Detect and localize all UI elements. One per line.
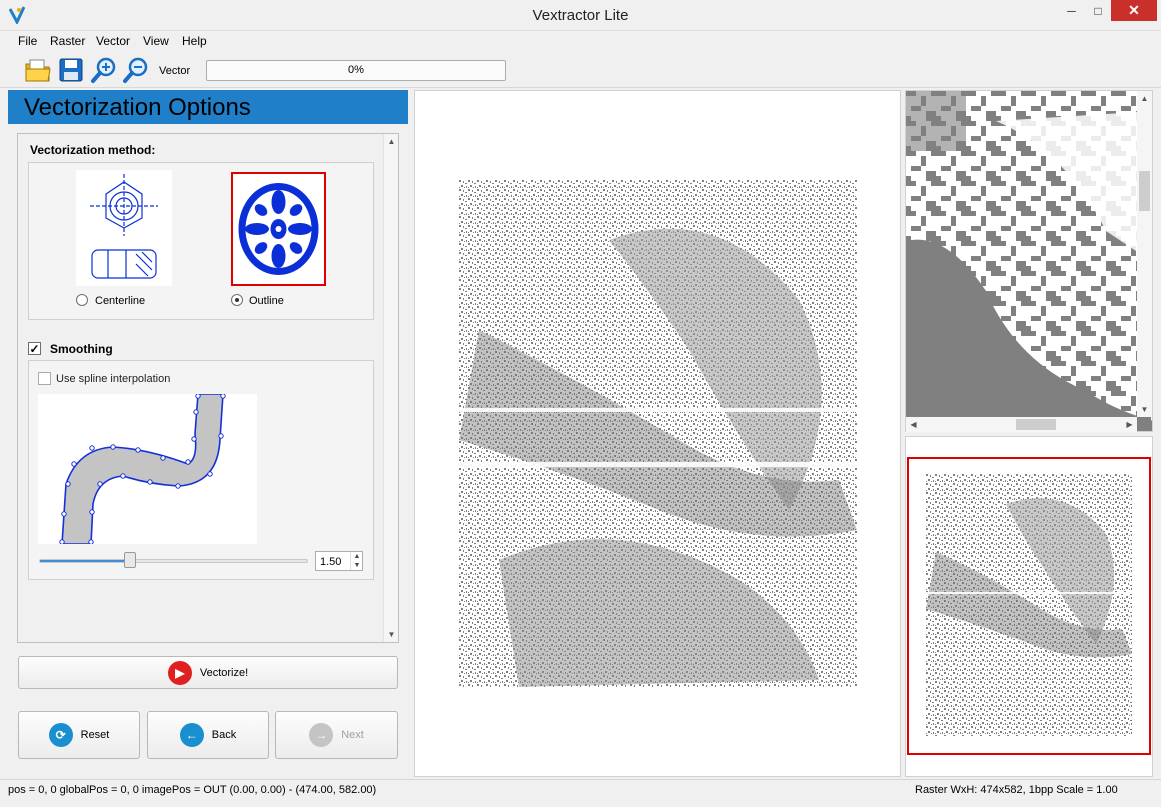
- next-label: Next: [341, 729, 364, 741]
- slider-thumb[interactable]: [124, 552, 137, 568]
- menu-vector[interactable]: Vector: [96, 34, 130, 48]
- next-button[interactable]: → Next: [275, 711, 398, 759]
- slider-fill: [40, 560, 131, 562]
- toolbar: Vector 0%: [0, 52, 1161, 88]
- reset-label: Reset: [80, 729, 110, 741]
- options-scrollbar[interactable]: ▲ ▼: [383, 134, 398, 642]
- outline-preview-frame[interactable]: [231, 172, 326, 286]
- arrow-right-icon: →: [309, 723, 334, 747]
- zoom-hscroll-thumb[interactable]: [1016, 419, 1056, 430]
- radio-selected-dot: [235, 298, 239, 302]
- smoothing-label[interactable]: Smoothing: [50, 342, 113, 356]
- smoothing-checkbox[interactable]: ✓: [28, 342, 41, 355]
- play-icon: ▶: [167, 660, 192, 685]
- method-title: Vectorization method:: [30, 143, 156, 157]
- outline-label[interactable]: Outline: [249, 295, 284, 307]
- centerline-radio[interactable]: [76, 294, 88, 306]
- mode-label: Vector: [159, 65, 191, 77]
- menu-raster[interactable]: Raster: [50, 34, 85, 48]
- menu-bar: File Raster Vector View Help: [0, 31, 1161, 51]
- minimize-button[interactable]: ─: [1058, 0, 1085, 21]
- smoothing-slider[interactable]: [39, 559, 308, 563]
- progress-text: 0%: [348, 64, 364, 76]
- close-button[interactable]: ✕: [1111, 0, 1157, 21]
- open-folder-icon[interactable]: [24, 56, 52, 84]
- vectorize-button[interactable]: ▶ Vectorize!: [18, 656, 398, 689]
- progress-bar: 0%: [206, 60, 506, 81]
- zoom-in-icon[interactable]: [90, 56, 118, 84]
- smoothing-curve-preview: [38, 394, 257, 544]
- zoomed-raster: [906, 91, 1152, 431]
- zoom-out-icon[interactable]: [122, 56, 150, 84]
- vectorize-label: Vectorize!: [199, 666, 249, 679]
- centerline-preview-icon[interactable]: [76, 170, 172, 286]
- refresh-icon: ⟳: [48, 723, 73, 747]
- smoothing-spinbox[interactable]: 1.50 ▲ ▼: [315, 551, 363, 571]
- status-position: pos = 0, 0 globalPos = 0, 0 imagePos = O…: [8, 784, 377, 796]
- status-bar: pos = 0, 0 globalPos = 0, 0 imagePos = O…: [0, 779, 1161, 801]
- spline-checkbox[interactable]: [38, 372, 51, 385]
- menu-file[interactable]: File: [18, 34, 37, 48]
- zoom-scroll-right-icon[interactable]: ▶: [1122, 417, 1137, 432]
- back-button[interactable]: ← Back: [147, 711, 269, 759]
- zoom-view[interactable]: [905, 90, 1153, 432]
- options-title: Vectorization Options: [24, 94, 251, 121]
- status-raster-info: Raster WxH: 474x582, 1bpp Scale = 1.00: [915, 784, 1118, 796]
- outline-preview-icon: [238, 183, 319, 275]
- zoom-vertical-scrollbar[interactable]: ▲ ▼: [1137, 91, 1152, 417]
- preview-raster: [926, 474, 1132, 736]
- save-disk-icon[interactable]: [57, 56, 85, 84]
- scroll-down-arrow-icon[interactable]: ▼: [384, 627, 399, 642]
- spline-label[interactable]: Use spline interpolation: [56, 373, 170, 385]
- zoom-scroll-up-icon[interactable]: ▲: [1137, 91, 1152, 106]
- reset-button[interactable]: ⟳ Reset: [18, 711, 140, 759]
- menu-help[interactable]: Help: [182, 34, 207, 48]
- zoom-vscroll-thumb[interactable]: [1139, 171, 1150, 211]
- options-header: Vectorization Options: [8, 90, 408, 124]
- back-label: Back: [211, 729, 237, 741]
- outline-radio[interactable]: [231, 294, 243, 306]
- window-title: Vextractor Lite: [532, 7, 629, 24]
- centerline-label[interactable]: Centerline: [95, 295, 145, 307]
- scroll-up-arrow-icon[interactable]: ▲: [384, 134, 399, 149]
- zoom-scroll-down-icon[interactable]: ▼: [1137, 402, 1152, 417]
- smoothing-value[interactable]: 1.50: [320, 556, 341, 568]
- menu-view[interactable]: View: [143, 34, 169, 48]
- title-bar: Vextractor Lite ─ □ ✕: [0, 0, 1161, 31]
- zoom-scroll-left-icon[interactable]: ◀: [906, 417, 921, 432]
- spin-arrows-icon[interactable]: ▲ ▼: [350, 552, 363, 570]
- maximize-button[interactable]: □: [1085, 0, 1111, 21]
- arrow-left-icon: ←: [179, 723, 204, 747]
- zoom-horizontal-scrollbar[interactable]: ◀ ▶: [906, 417, 1137, 432]
- raster-image[interactable]: [459, 180, 857, 687]
